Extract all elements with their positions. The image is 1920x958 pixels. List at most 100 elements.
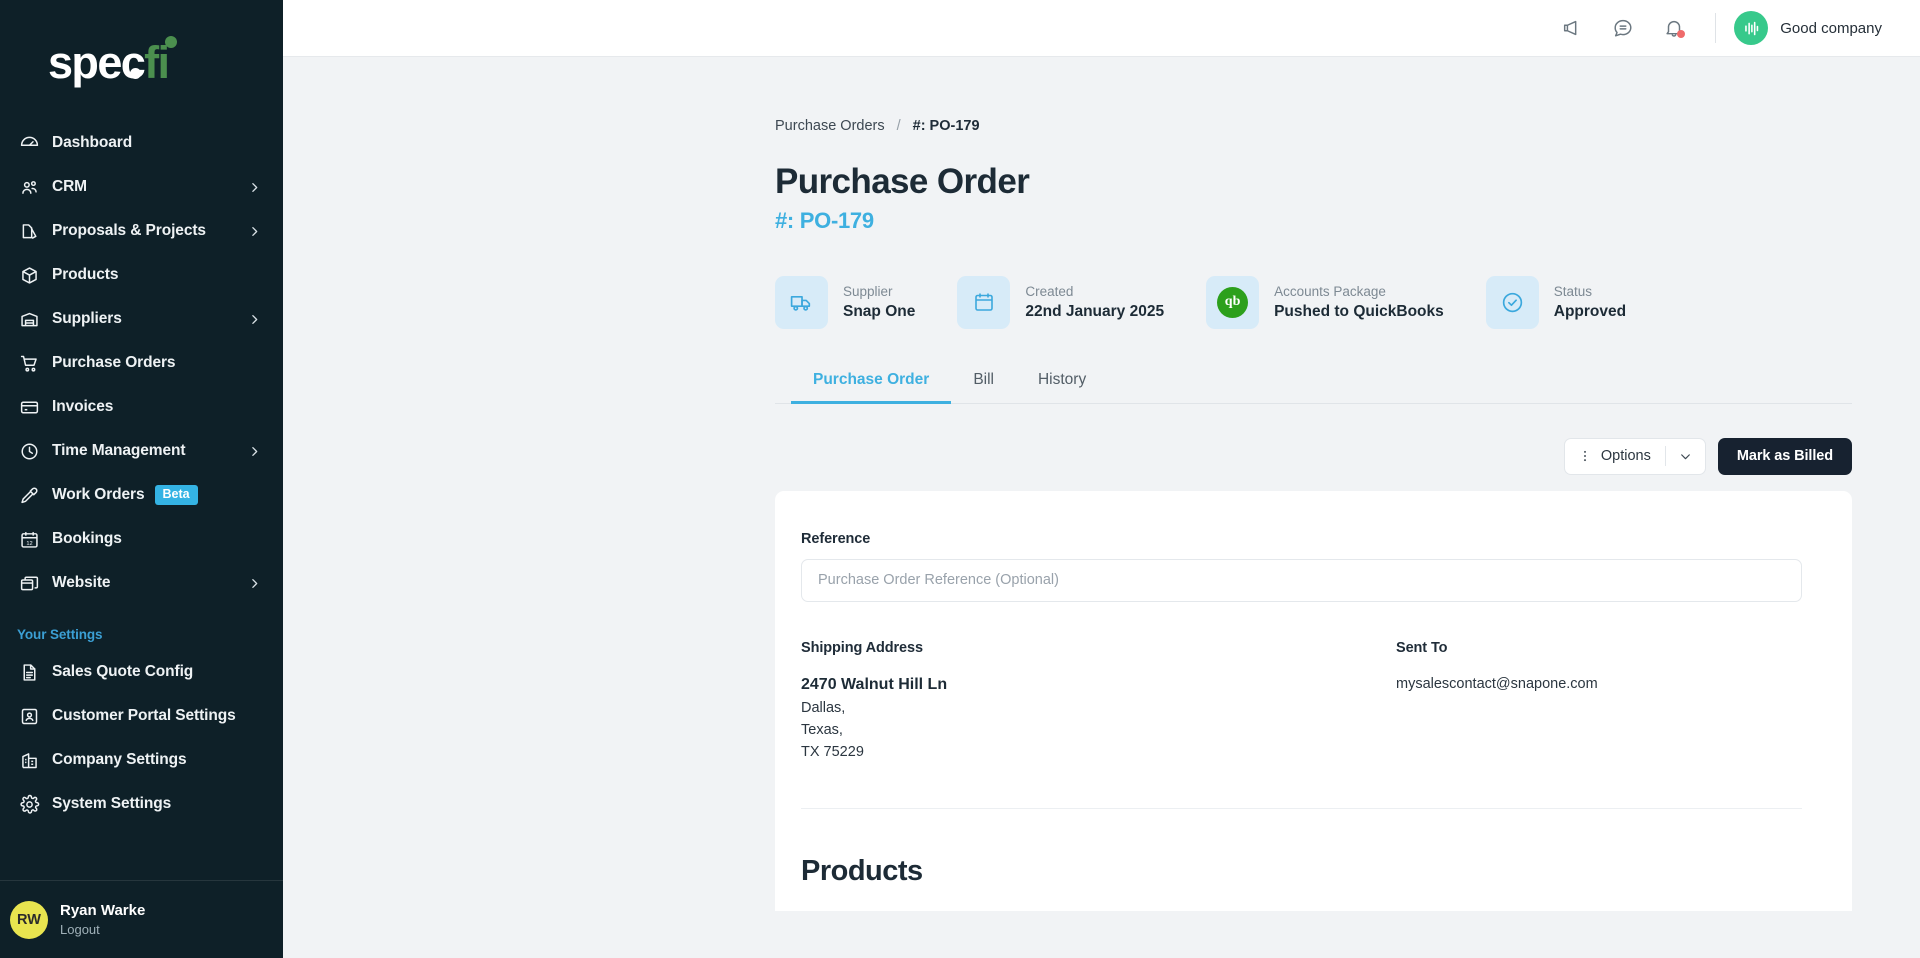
document-lines-icon xyxy=(14,662,44,683)
shipping-address-label: Shipping Address xyxy=(801,639,923,656)
shipping-address-line1: 2470 Walnut Hill Ln xyxy=(801,675,948,693)
building-icon xyxy=(14,750,44,771)
sidebar-item-bookings[interactable]: 12 Bookings xyxy=(0,517,283,561)
sidebar-item-label: Purchase Orders xyxy=(52,354,176,371)
info-card-value: Snap One xyxy=(843,303,916,321)
products-title: Products xyxy=(801,854,923,887)
sidebar: spec fi Dashboard CRM Proposals & Projec… xyxy=(0,0,283,958)
user-card-icon xyxy=(14,706,44,727)
shipping-address-line2: Dallas, xyxy=(801,699,846,716)
page-content: Purchase Orders / #: PO-179 Purchase Ord… xyxy=(283,57,1920,958)
breadcrumb-separator: / xyxy=(896,118,901,134)
sent-to-email: mysalescontact@snapone.com xyxy=(1396,675,1598,692)
chevron-down-icon[interactable] xyxy=(1666,450,1705,463)
sidebar-item-website[interactable]: Website xyxy=(0,561,283,605)
box-icon xyxy=(14,265,44,286)
sidebar-item-label: Website xyxy=(52,574,111,591)
sidebar-item-sales-quote-config[interactable]: Sales Quote Config xyxy=(0,650,283,694)
sidebar-item-purchase-orders[interactable]: Purchase Orders xyxy=(0,341,283,385)
info-cards: Supplier Snap One Created 22nd January 2… xyxy=(775,275,1852,329)
documents-icon xyxy=(14,221,44,242)
sidebar-item-suppliers[interactable]: Suppliers xyxy=(0,297,283,341)
section-divider xyxy=(801,807,1802,809)
card-icon xyxy=(14,397,44,418)
cart-icon xyxy=(14,353,44,374)
info-card-value: Pushed to QuickBooks xyxy=(1274,303,1444,321)
svg-text:12: 12 xyxy=(26,540,32,546)
bell-icon[interactable] xyxy=(1655,9,1693,47)
chevron-right-icon xyxy=(248,577,261,590)
gauge-icon xyxy=(14,133,44,154)
chevron-right-icon xyxy=(248,313,261,326)
info-card-value: 22nd January 2025 xyxy=(1025,303,1165,321)
mark-as-billed-button[interactable]: Mark as Billed xyxy=(1717,437,1852,475)
calendar-icon: 12 xyxy=(14,529,44,550)
sidebar-item-invoices[interactable]: Invoices xyxy=(0,385,283,429)
clock-icon xyxy=(14,441,44,462)
sidebar-section-title: Your Settings xyxy=(17,627,103,642)
page-title: Purchase Order xyxy=(775,162,1030,201)
sidebar-item-products[interactable]: Products xyxy=(0,253,283,297)
sidebar-item-system-settings[interactable]: System Settings xyxy=(0,782,283,826)
truck-icon xyxy=(775,275,828,329)
breadcrumb-parent-link[interactable]: Purchase Orders xyxy=(775,118,885,134)
sidebar-item-label: Sales Quote Config xyxy=(52,663,194,680)
address-row: Shipping Address 2470 Walnut Hill Ln Dal… xyxy=(801,640,1802,760)
avatar: RW xyxy=(10,900,48,939)
app-logo[interactable]: spec fi xyxy=(0,0,283,119)
sidebar-item-company-settings[interactable]: Company Settings xyxy=(0,738,283,782)
shipping-address-block: Shipping Address 2470 Walnut Hill Ln Dal… xyxy=(801,640,1396,760)
vertical-dots-icon xyxy=(1565,449,1601,463)
sidebar-nav: Dashboard CRM Proposals & Projects Produ… xyxy=(0,119,283,880)
user-name: Ryan Warke xyxy=(60,902,146,919)
tab-bar: Purchase Order Bill History xyxy=(775,371,1852,404)
status-badge: Approved xyxy=(1553,303,1627,321)
info-card-status: Status Approved xyxy=(1485,275,1627,329)
company-logo-icon xyxy=(1734,11,1769,45)
logout-link[interactable]: Logout xyxy=(60,922,145,937)
sidebar-item-label: CRM xyxy=(52,178,87,195)
sent-to-block: Sent To mysalescontact@snapone.com xyxy=(1396,640,1802,760)
gear-icon xyxy=(14,794,44,815)
tab-history[interactable]: History xyxy=(1016,371,1108,403)
sidebar-item-time-management[interactable]: Time Management xyxy=(0,429,283,473)
sidebar-item-crm[interactable]: CRM xyxy=(0,165,283,209)
screwdriver-icon xyxy=(14,485,44,506)
beta-badge: Beta xyxy=(154,485,198,505)
company-switcher[interactable]: Good company xyxy=(1734,11,1882,45)
reference-input[interactable] xyxy=(801,558,1802,602)
info-card-accounts-package: qb Accounts Package Pushed to QuickBooks xyxy=(1206,275,1444,329)
sidebar-item-customer-portal-settings[interactable]: Customer Portal Settings xyxy=(0,694,283,738)
shipping-address-line3: Texas, xyxy=(801,721,843,738)
sidebar-item-label: Invoices xyxy=(52,398,114,415)
chevron-right-icon xyxy=(248,445,261,458)
sidebar-item-label: Suppliers xyxy=(52,310,122,327)
sidebar-item-proposals-projects[interactable]: Proposals & Projects xyxy=(0,209,283,253)
info-card-label: Status xyxy=(1553,283,1593,299)
info-card-label: Accounts Package xyxy=(1274,283,1386,299)
options-button[interactable]: Options xyxy=(1563,437,1706,475)
sidebar-item-label: Dashboard xyxy=(52,134,133,151)
check-circle-icon xyxy=(1485,275,1539,329)
quickbooks-glyph: qb xyxy=(1217,286,1249,318)
windows-icon xyxy=(14,573,44,594)
user-account-box[interactable]: RW Ryan Warke Logout xyxy=(0,880,283,958)
tab-bill[interactable]: Bill xyxy=(951,371,1016,403)
sidebar-item-label: Work Orders xyxy=(52,486,145,503)
logo-dot-green-icon xyxy=(165,36,178,48)
chat-icon[interactable] xyxy=(1604,9,1642,47)
sidebar-item-label: Customer Portal Settings xyxy=(52,707,236,724)
shipping-address-line4: TX 75229 xyxy=(801,743,864,760)
logo-text: spec xyxy=(48,37,146,88)
sidebar-item-work-orders[interactable]: Work Orders Beta xyxy=(0,473,283,517)
action-bar: Options Mark as Billed xyxy=(775,437,1852,475)
megaphone-icon[interactable] xyxy=(1553,9,1591,47)
sidebar-item-dashboard[interactable]: Dashboard xyxy=(0,121,283,165)
sidebar-item-label: Bookings xyxy=(52,530,122,547)
sidebar-item-label: Company Settings xyxy=(52,751,187,768)
page-subtitle: #: PO-179 xyxy=(775,207,874,233)
chevron-right-icon xyxy=(248,181,261,194)
warehouse-icon xyxy=(14,309,44,330)
sidebar-item-label: Proposals & Projects xyxy=(52,222,206,239)
tab-purchase-order[interactable]: Purchase Order xyxy=(791,371,952,404)
